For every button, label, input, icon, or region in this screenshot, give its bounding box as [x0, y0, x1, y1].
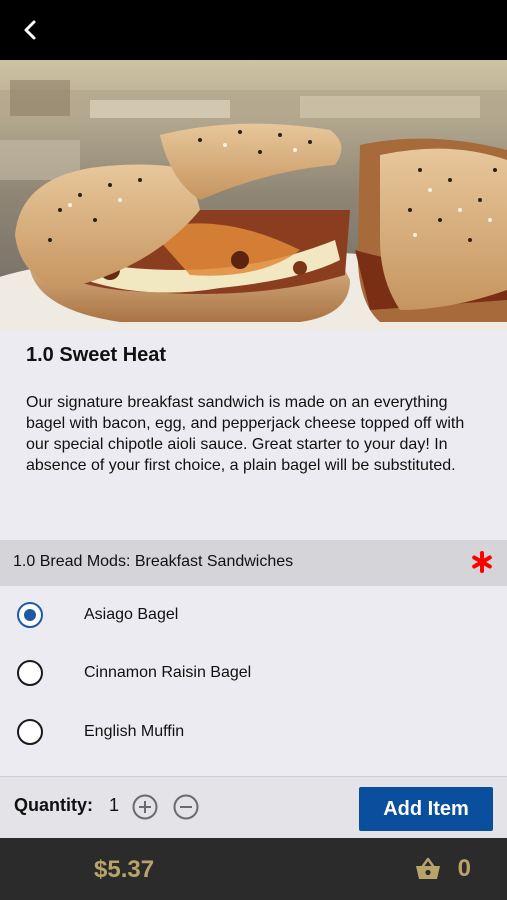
item-description: Our signature breakfast sandwich is made…: [26, 394, 465, 474]
option-english-muffin[interactable]: English Muffin: [0, 703, 507, 761]
add-item-button[interactable]: Add Item: [359, 787, 493, 831]
increase-quantity-icon[interactable]: [132, 794, 158, 820]
top-nav-bar: [0, 0, 507, 60]
option-asiago-bagel[interactable]: Asiago Bagel: [0, 586, 507, 644]
cart-count: 0: [457, 855, 471, 882]
modifier-options-list: Asiago Bagel Cinnamon Raisin Bagel Engli…: [0, 586, 507, 776]
quantity-value: 1: [109, 795, 120, 815]
item-title: 1.0 Sweet Heat: [26, 344, 167, 366]
option-label: English Muffin: [84, 723, 185, 740]
quantity-bar: Quantity: 1 Add Item: [0, 776, 507, 838]
order-summary-bar: $5.37 0: [0, 838, 507, 900]
radio-unselected[interactable]: [17, 660, 43, 686]
decrease-quantity-icon[interactable]: [173, 794, 199, 820]
required-asterisk-icon: [472, 551, 492, 573]
basket-icon: [415, 857, 440, 879]
quantity-label: Quantity:: [14, 795, 93, 815]
order-total: $5.37: [94, 856, 155, 883]
item-photo: [0, 60, 507, 330]
cart-button[interactable]: 0: [414, 852, 471, 886]
option-label: Cinnamon Raisin Bagel: [84, 664, 252, 681]
option-cinnamon-raisin-bagel[interactable]: Cinnamon Raisin Bagel: [0, 644, 507, 702]
chevron-left-icon: [24, 20, 36, 40]
item-details: 1.0 Sweet Heat Our signature breakfast s…: [0, 330, 507, 540]
modifier-group-header: 1.0 Bread Mods: Breakfast Sandwiches: [0, 540, 507, 586]
modifier-group-label: 1.0 Bread Mods: Breakfast Sandwiches: [13, 553, 294, 570]
radio-unselected[interactable]: [17, 719, 43, 745]
option-label: Asiago Bagel: [84, 606, 179, 623]
back-button[interactable]: [14, 14, 48, 46]
radio-selected[interactable]: [17, 602, 43, 628]
